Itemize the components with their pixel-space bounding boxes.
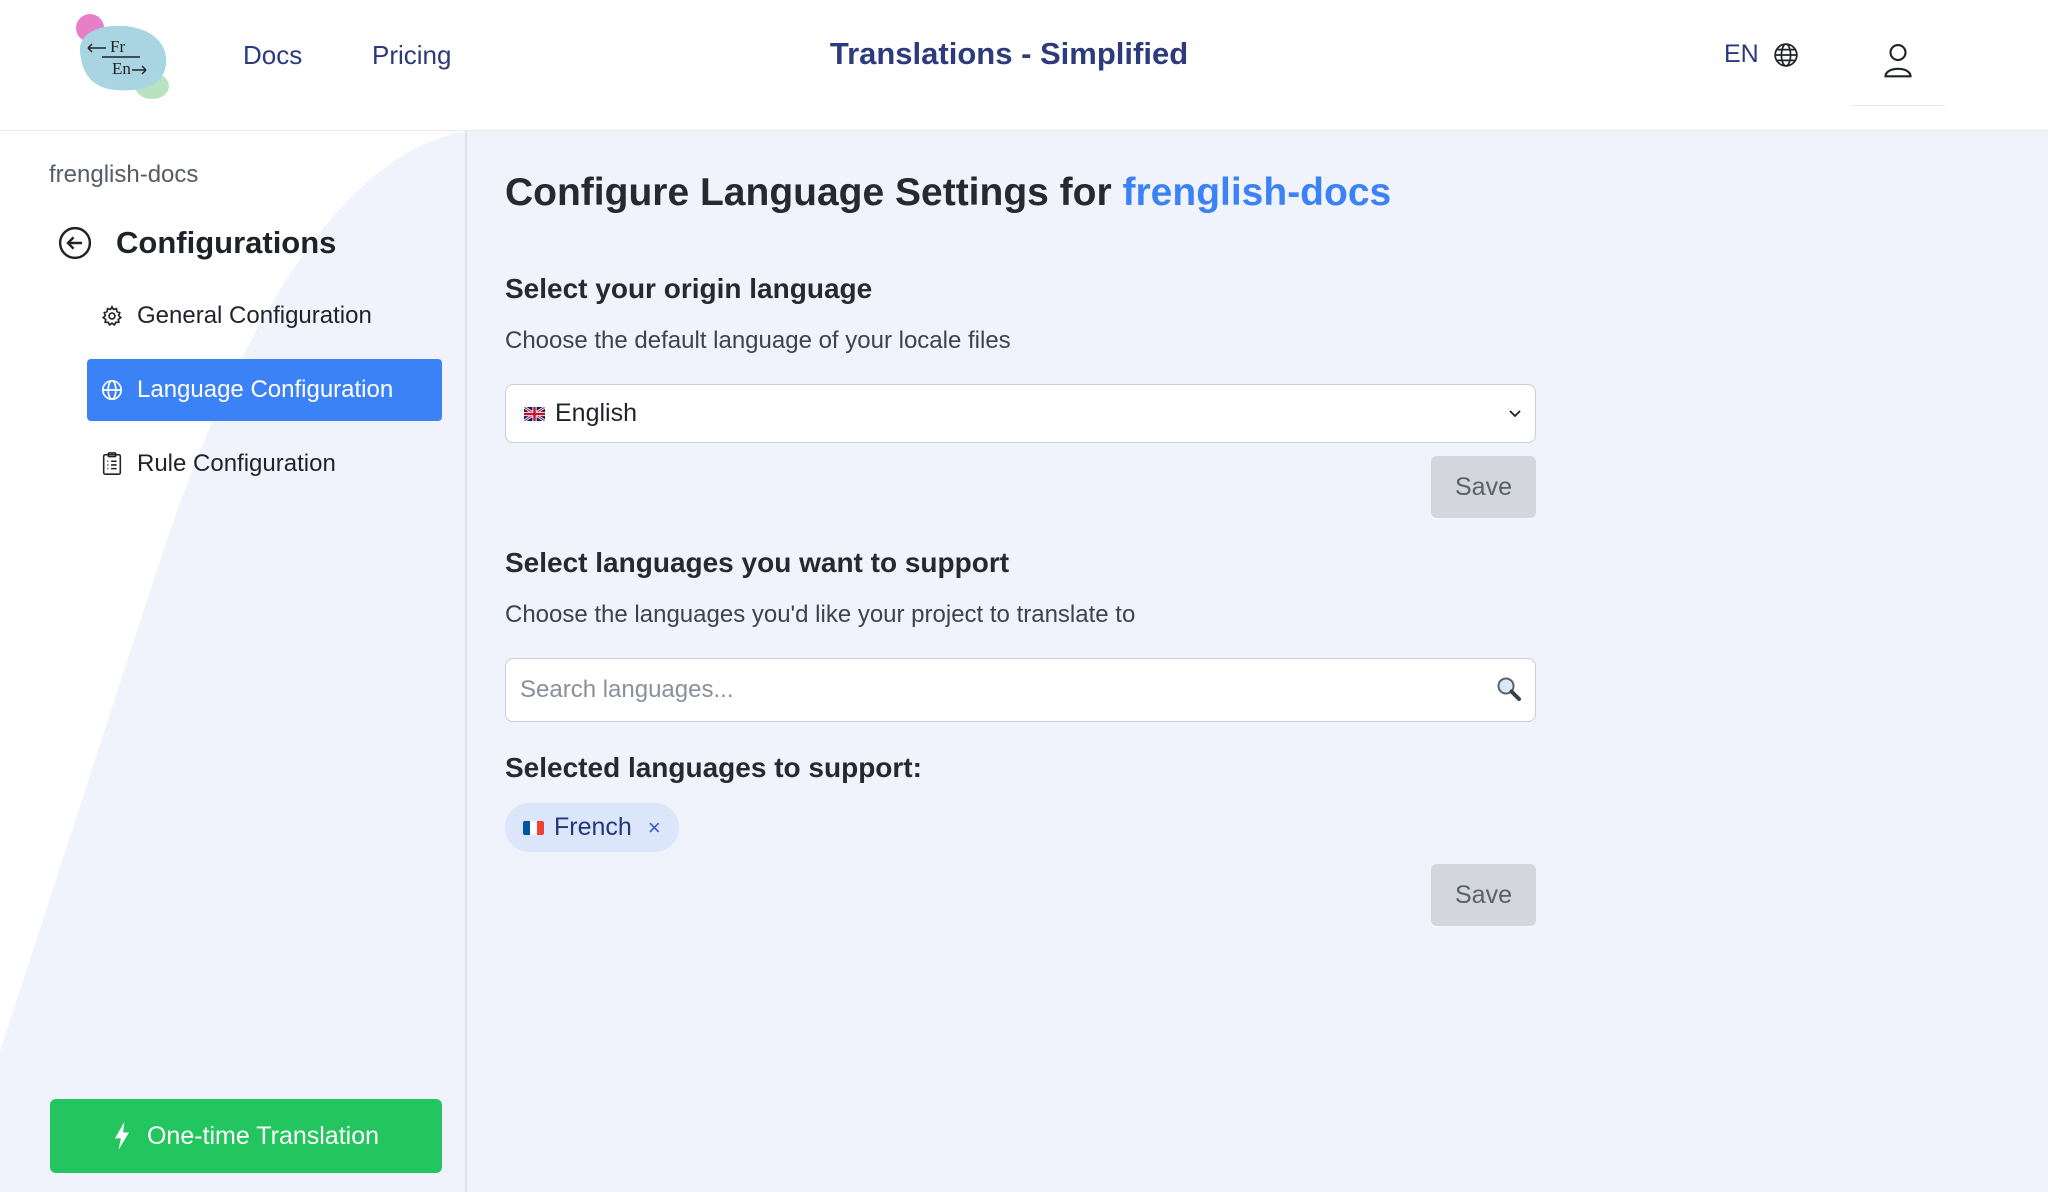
user-account-button[interactable]	[1851, 14, 1945, 106]
uk-flag-icon	[524, 406, 545, 421]
one-time-translation-label: One-time Translation	[146, 1121, 380, 1150]
configurations-title: Configurations	[116, 225, 337, 260]
sidebar-item-language-configuration[interactable]: Language Configuration	[87, 359, 442, 421]
language-code: EN	[1724, 40, 1759, 68]
one-time-translation-button[interactable]: One-time Translation	[50, 1099, 442, 1173]
clipboard-list-icon	[102, 452, 122, 475]
back-arrow-icon[interactable]	[58, 226, 92, 260]
sidebar-item-general-configuration[interactable]: General Configuration	[87, 285, 442, 347]
selected-language-label: French	[554, 813, 632, 841]
origin-language-value: English	[555, 399, 637, 427]
france-flag-icon	[523, 820, 544, 835]
support-languages-description: Choose the languages you'd like your pro…	[505, 601, 1136, 628]
origin-language-title: Select your origin language	[505, 273, 873, 304]
lightning-icon	[114, 1122, 129, 1150]
sidebar: frenglish-docs Configurations General Co…	[0, 131, 467, 1192]
main-content: Configure Language Settings for frenglis…	[469, 131, 2048, 1192]
sidebar-item-label: Language Configuration	[137, 376, 394, 403]
search-icon	[1497, 677, 1521, 701]
support-languages-title: Select languages you want to support	[505, 547, 1010, 578]
page-title: Configure Language Settings for frenglis…	[505, 171, 1391, 215]
sidebar-item-label: Rule Configuration	[137, 450, 336, 477]
sidebar-project-name: frenglish-docs	[49, 161, 199, 188]
page-title-prefix: Configure Language Settings for	[505, 171, 1112, 214]
chevron-down-icon	[1509, 410, 1521, 418]
selected-languages-title: Selected languages to support:	[505, 752, 922, 783]
origin-language-description: Choose the default language of your loca…	[505, 327, 1011, 354]
globe-icon	[102, 380, 122, 400]
origin-language-select[interactable]: English	[505, 384, 1536, 443]
user-icon	[1884, 43, 1912, 77]
language-search-field[interactable]	[505, 658, 1536, 722]
support-save-button[interactable]: Save	[1431, 864, 1536, 926]
sidebar-item-label: General Configuration	[137, 302, 372, 329]
top-bar: Fr En Docs Pricing Translations - Simpli…	[0, 0, 2048, 131]
origin-save-button[interactable]: Save	[1431, 456, 1536, 518]
app-title: Translations - Simplified	[829, 36, 1189, 71]
sidebar-item-rule-configuration[interactable]: Rule Configuration	[87, 433, 442, 495]
gear-icon	[101, 305, 123, 327]
globe-icon	[1774, 42, 1798, 67]
page-title-project: frenglish-docs	[1122, 171, 1392, 214]
selected-language-chip: French ×	[505, 803, 679, 852]
remove-language-button[interactable]: ×	[648, 815, 661, 841]
language-search-input[interactable]	[520, 671, 1480, 709]
language-switcher[interactable]: EN	[1724, 40, 1799, 69]
configurations-header: Configurations	[58, 225, 336, 261]
